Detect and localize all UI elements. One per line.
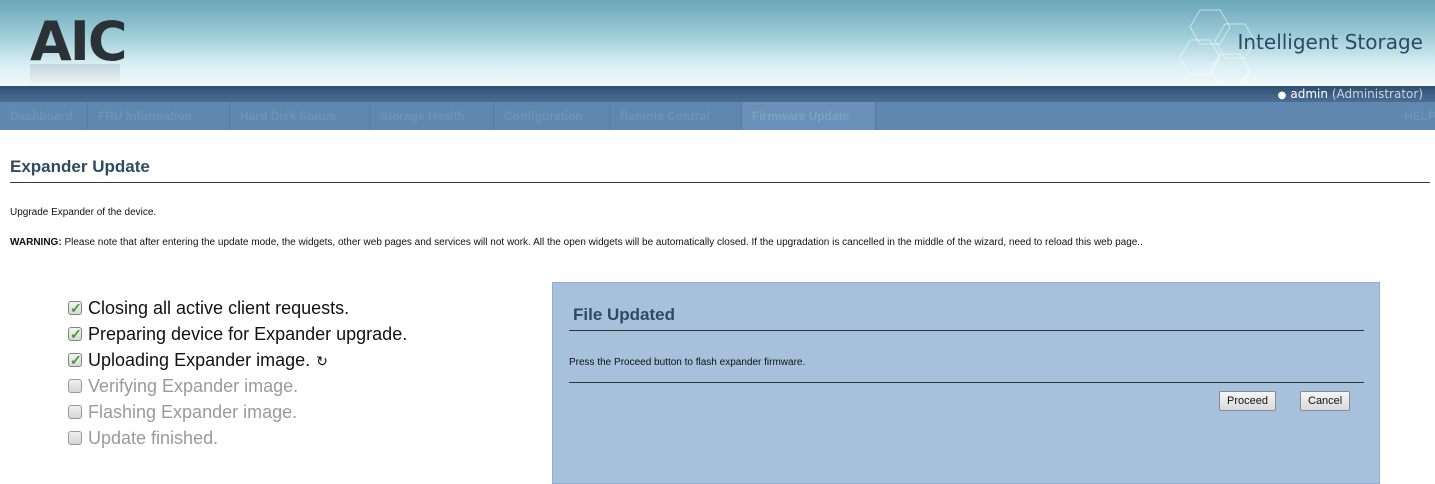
file-updated-dialog: File Updated Press the Proceed button to… [552, 282, 1380, 484]
unchecked-checkbox-icon [68, 405, 82, 419]
unchecked-checkbox-icon [68, 379, 82, 393]
header: AIC Intelligent Storage [0, 0, 1435, 86]
warning-text: Please note that after entering the upda… [61, 237, 1143, 248]
dialog-message: Press the Proceed button to flash expand… [569, 357, 806, 368]
main-nav: Dashboard FRU Information Hard Disk Stat… [0, 102, 1435, 130]
step-label: Preparing device for Expander upgrade. [88, 324, 408, 344]
nav-item-storage-health[interactable]: Storage Health [370, 102, 494, 130]
nav-item-dashboard[interactable]: Dashboard [0, 102, 88, 130]
page-title: Expander Update [10, 157, 150, 176]
user-name[interactable]: admin [1290, 87, 1328, 101]
user-role: (Administrator) [1331, 87, 1423, 101]
nav-item-hard-disk-status[interactable]: Hard Disk Status [230, 102, 370, 130]
nav-item-remote-control[interactable]: Remote Control [610, 102, 742, 130]
step-label: Update finished. [88, 428, 219, 448]
logo-reflection [30, 64, 120, 86]
step-verifying-image: Verifying Expander image. [68, 373, 407, 399]
dialog-divider-top [569, 330, 1364, 331]
step-flashing-image: Flashing Expander image. [68, 399, 407, 425]
dialog-title: File Updated [573, 305, 676, 324]
step-uploading-image: Uploading Expander image. ↻ [68, 347, 407, 373]
step-update-finished: Update finished. [68, 425, 407, 451]
step-label: Uploading Expander image. [88, 350, 311, 370]
checked-checkbox-icon [68, 321, 82, 347]
nav-item-fru-information[interactable]: FRU Information [88, 102, 230, 130]
step-closing-requests: Closing all active client requests. [68, 295, 407, 321]
title-divider [10, 182, 1430, 183]
step-label: Closing all active client requests. [88, 298, 350, 318]
nav-item-configuration[interactable]: Configuration [494, 102, 610, 130]
brand-name: Intelligent Storage [1237, 30, 1423, 54]
top-bar [0, 86, 1435, 102]
step-label: Flashing Expander image. [88, 402, 298, 422]
proceed-button[interactable]: Proceed [1219, 391, 1276, 411]
page-description: Upgrade Expander of the device. [10, 207, 157, 218]
step-preparing-device: Preparing device for Expander upgrade. [68, 321, 407, 347]
nav-item-firmware-update[interactable]: Firmware Update [742, 102, 876, 130]
unchecked-checkbox-icon [68, 431, 82, 445]
dialog-divider-bottom [569, 382, 1364, 383]
nav-item-help[interactable]: HELP [1400, 102, 1435, 130]
warning-label: WARNING: [10, 237, 62, 248]
cancel-button[interactable]: Cancel [1300, 391, 1351, 411]
refresh-icon: ↻ [316, 353, 328, 369]
checked-checkbox-icon [68, 347, 82, 373]
checked-checkbox-icon [68, 295, 82, 321]
update-steps-list: Closing all active client requests. Prep… [68, 295, 407, 451]
aic-logo: AIC [30, 10, 128, 73]
user-info: ● admin (Administrator) [1278, 86, 1423, 102]
warning-message: WARNING: Please note that after entering… [10, 236, 1430, 249]
step-label: Verifying Expander image. [88, 376, 299, 396]
